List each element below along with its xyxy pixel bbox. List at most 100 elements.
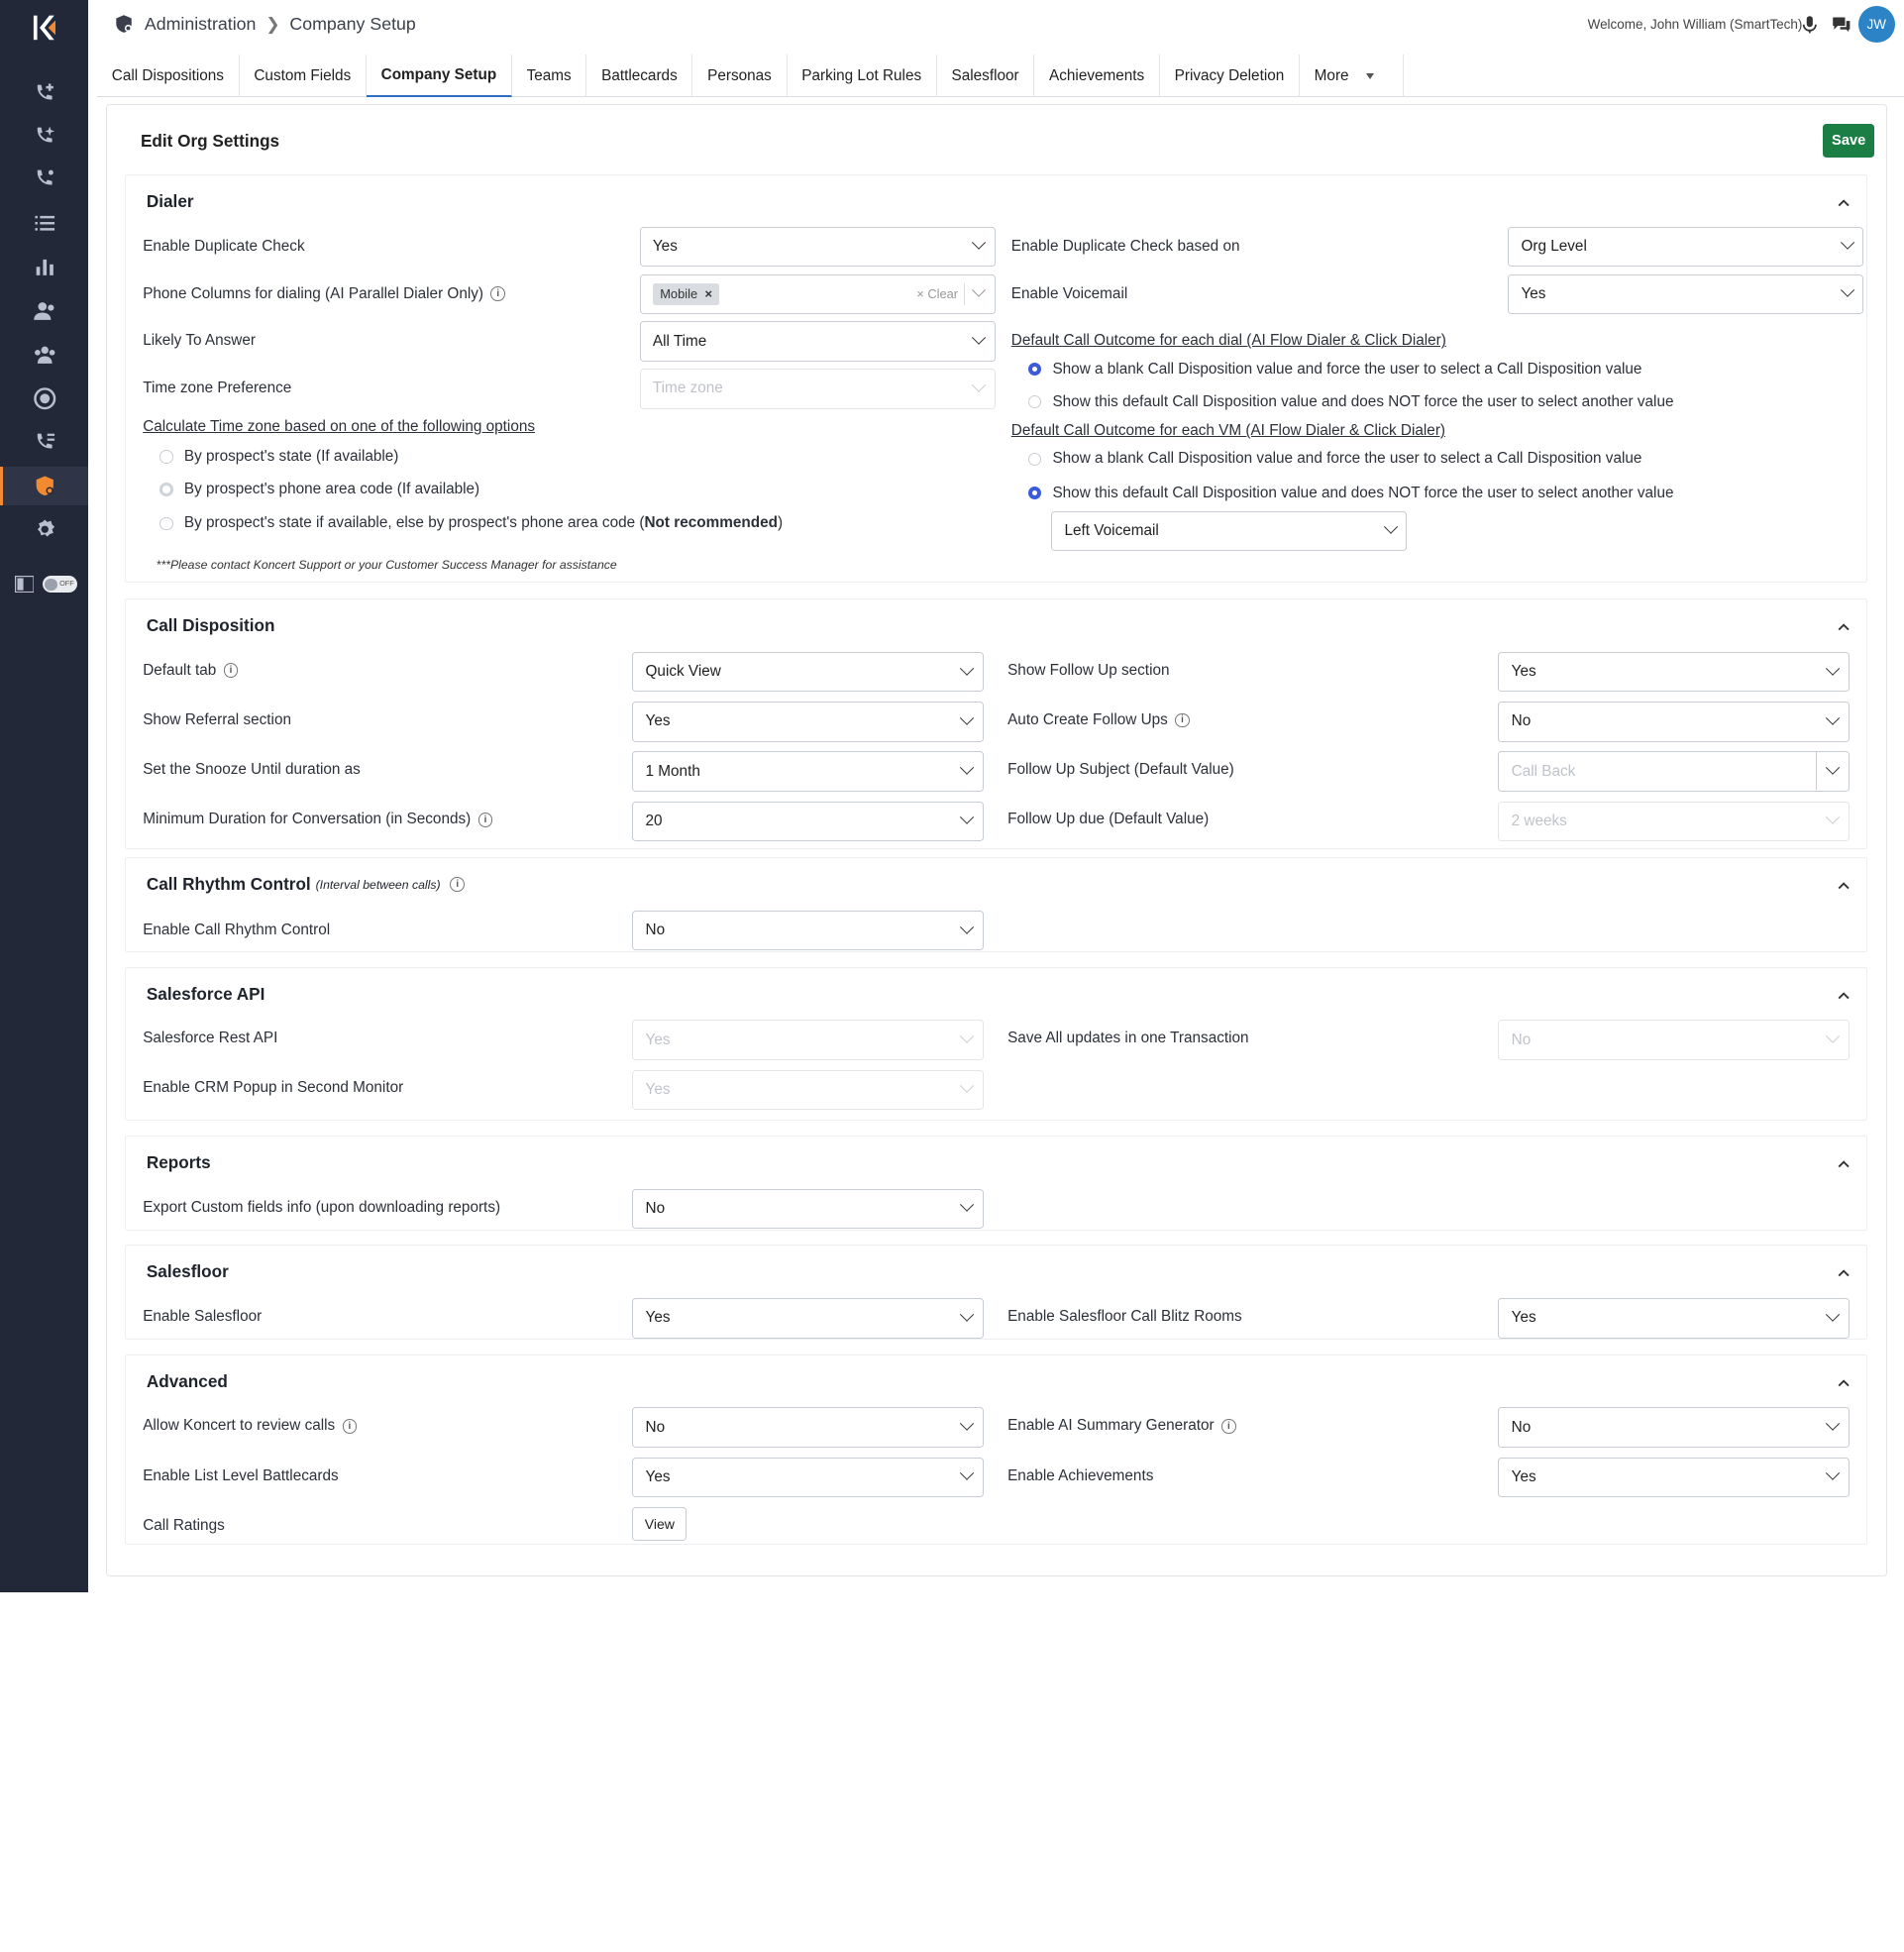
likely-to-answer-select[interactable]: All Time: [639, 321, 996, 362]
chevron-down-icon: [960, 1416, 974, 1431]
chevron-up-icon[interactable]: [1838, 1267, 1850, 1279]
call-log-icon[interactable]: [31, 428, 59, 457]
follow-up-subject-combobox[interactable]: Call Back: [1498, 751, 1850, 792]
field-label: Enable Salesfloor Call Blitz Rooms: [1007, 1307, 1242, 1325]
radio-button-selected[interactable]: [1027, 362, 1042, 377]
info-icon[interactable]: i: [342, 1418, 358, 1434]
avatar[interactable]: JW: [1857, 6, 1895, 43]
teams-icon[interactable]: [31, 340, 59, 369]
tab-company-setup[interactable]: Company Setup: [366, 54, 512, 98]
radio-tz-state[interactable]: By prospect's state (If available): [159, 448, 398, 466]
remove-tag-icon[interactable]: ×: [704, 286, 712, 301]
chevron-up-icon[interactable]: [1838, 880, 1850, 892]
tab-call-dispositions[interactable]: Call Dispositions: [97, 54, 240, 98]
tab-privacy-deletion[interactable]: Privacy Deletion: [1160, 54, 1300, 98]
save-button[interactable]: Save: [1823, 123, 1874, 159]
default-tab-select[interactable]: Quick View: [632, 651, 984, 693]
info-icon[interactable]: i: [1220, 1418, 1236, 1434]
duplicate-check-select[interactable]: Yes: [639, 226, 996, 268]
referral-select[interactable]: Yes: [632, 702, 984, 742]
voicemail-select[interactable]: Yes: [1508, 273, 1864, 315]
min-duration-select[interactable]: 20: [632, 801, 984, 842]
call-rhythm-select[interactable]: No: [632, 911, 984, 951]
vm-outcome-select[interactable]: Left Voicemail: [1051, 510, 1408, 552]
call-ratings-view-button[interactable]: View: [632, 1506, 688, 1542]
call-blitz-select[interactable]: Yes: [1498, 1298, 1850, 1339]
chevron-up-icon[interactable]: [1838, 1158, 1850, 1170]
radio-button[interactable]: [159, 450, 173, 464]
label-text: Allow Koncert to review calls: [143, 1417, 336, 1435]
info-icon[interactable]: i: [1175, 712, 1190, 728]
radio-button[interactable]: [159, 516, 173, 531]
info-icon[interactable]: i: [477, 813, 493, 827]
breadcrumb-current: Company Setup: [289, 14, 416, 35]
contacts-icon[interactable]: [31, 296, 59, 325]
info-icon[interactable]: i: [223, 663, 239, 679]
duplicate-check-basis-select[interactable]: Org Level: [1508, 226, 1864, 268]
field-label: Time zone Preference: [143, 380, 292, 397]
radio-tz-area-code[interactable]: By prospect's phone area code (If availa…: [159, 481, 479, 498]
radio-button-selected[interactable]: [1027, 486, 1042, 500]
chevron-up-icon[interactable]: [1838, 1377, 1850, 1389]
chevron-down-icon: [1826, 760, 1841, 775]
radio-button[interactable]: [159, 483, 173, 496]
info-icon[interactable]: i: [490, 286, 506, 301]
section-title: Salesforce API: [146, 983, 265, 1004]
chevron-down-icon: [1383, 520, 1398, 534]
tab-custom-fields[interactable]: Custom Fields: [240, 54, 367, 98]
auto-follow-up-select[interactable]: No: [1498, 702, 1850, 742]
chevron-up-icon[interactable]: [1838, 621, 1850, 633]
chevron-down-icon: [1826, 661, 1841, 676]
select-value: Yes: [652, 238, 678, 255]
label-text: Enable AI Summary Generator: [1007, 1417, 1215, 1435]
chevron-down-icon: [960, 1307, 974, 1322]
snooze-select[interactable]: 1 Month: [632, 751, 984, 792]
panel-icon: [14, 576, 35, 594]
clear-button[interactable]: × Clear: [916, 286, 958, 301]
reports-icon[interactable]: [31, 253, 59, 281]
radio-tz-state-else-area[interactable]: By prospect's state if available, else b…: [159, 514, 783, 532]
list-battlecards-select[interactable]: Yes: [632, 1457, 984, 1498]
panel-toggle[interactable]: OFF: [14, 576, 78, 594]
field-label: Save All updates in one Transaction: [1007, 1030, 1249, 1047]
tab-teams[interactable]: Teams: [512, 54, 587, 98]
radio-dial-blank[interactable]: Show a blank Call Disposition value and …: [1027, 361, 1641, 379]
info-icon[interactable]: i: [450, 877, 466, 893]
radio-vm-blank[interactable]: Show a blank Call Disposition value and …: [1027, 450, 1641, 468]
radio-dial-default[interactable]: Show this default Call Disposition value…: [1027, 393, 1673, 411]
tab-achievements[interactable]: Achievements: [1034, 54, 1160, 98]
chevron-down-icon: [960, 1466, 974, 1480]
tab-parking-lot-rules[interactable]: Parking Lot Rules: [788, 54, 937, 98]
tab-battlecards[interactable]: Battlecards: [586, 54, 693, 98]
radio-button[interactable]: [1027, 395, 1042, 409]
chevron-up-icon[interactable]: [1838, 197, 1850, 209]
save-all-select: No: [1498, 1020, 1850, 1060]
team-dialer-icon[interactable]: [31, 164, 59, 193]
achievements-select[interactable]: Yes: [1498, 1457, 1850, 1498]
settings-icon[interactable]: [31, 515, 59, 544]
export-custom-fields-select[interactable]: No: [632, 1188, 984, 1230]
record-icon[interactable]: [31, 383, 59, 412]
radio-vm-default[interactable]: Show this default Call Disposition value…: [1027, 485, 1673, 502]
list-icon[interactable]: [31, 209, 59, 238]
tab-more[interactable]: More: [1300, 54, 1405, 98]
chevron-up-icon[interactable]: [1838, 990, 1850, 1002]
ai-dialer-icon[interactable]: [31, 122, 59, 151]
salesfloor-select[interactable]: Yes: [632, 1298, 984, 1339]
microphone-icon[interactable]: [1800, 15, 1820, 35]
select-value: Yes: [645, 1467, 671, 1485]
radio-button[interactable]: [1027, 452, 1042, 467]
ai-summary-select[interactable]: No: [1498, 1407, 1850, 1448]
chat-icon[interactable]: [1832, 15, 1851, 35]
tab-personas[interactable]: Personas: [692, 54, 788, 98]
administration-icon[interactable]: [31, 472, 59, 500]
review-calls-select[interactable]: No: [632, 1407, 984, 1448]
toggle-switch[interactable]: OFF: [42, 576, 78, 594]
dialer-icon[interactable]: [31, 79, 59, 108]
chevron-down-icon: [972, 378, 987, 392]
tab-salesfloor[interactable]: Salesfloor: [937, 54, 1035, 98]
radio-label-part: By prospect's state if available, else b…: [183, 514, 645, 532]
phone-columns-multiselect[interactable]: Mobile × × Clear: [639, 273, 996, 315]
follow-up-select[interactable]: Yes: [1498, 651, 1850, 693]
breadcrumb-root[interactable]: Administration: [145, 14, 257, 35]
